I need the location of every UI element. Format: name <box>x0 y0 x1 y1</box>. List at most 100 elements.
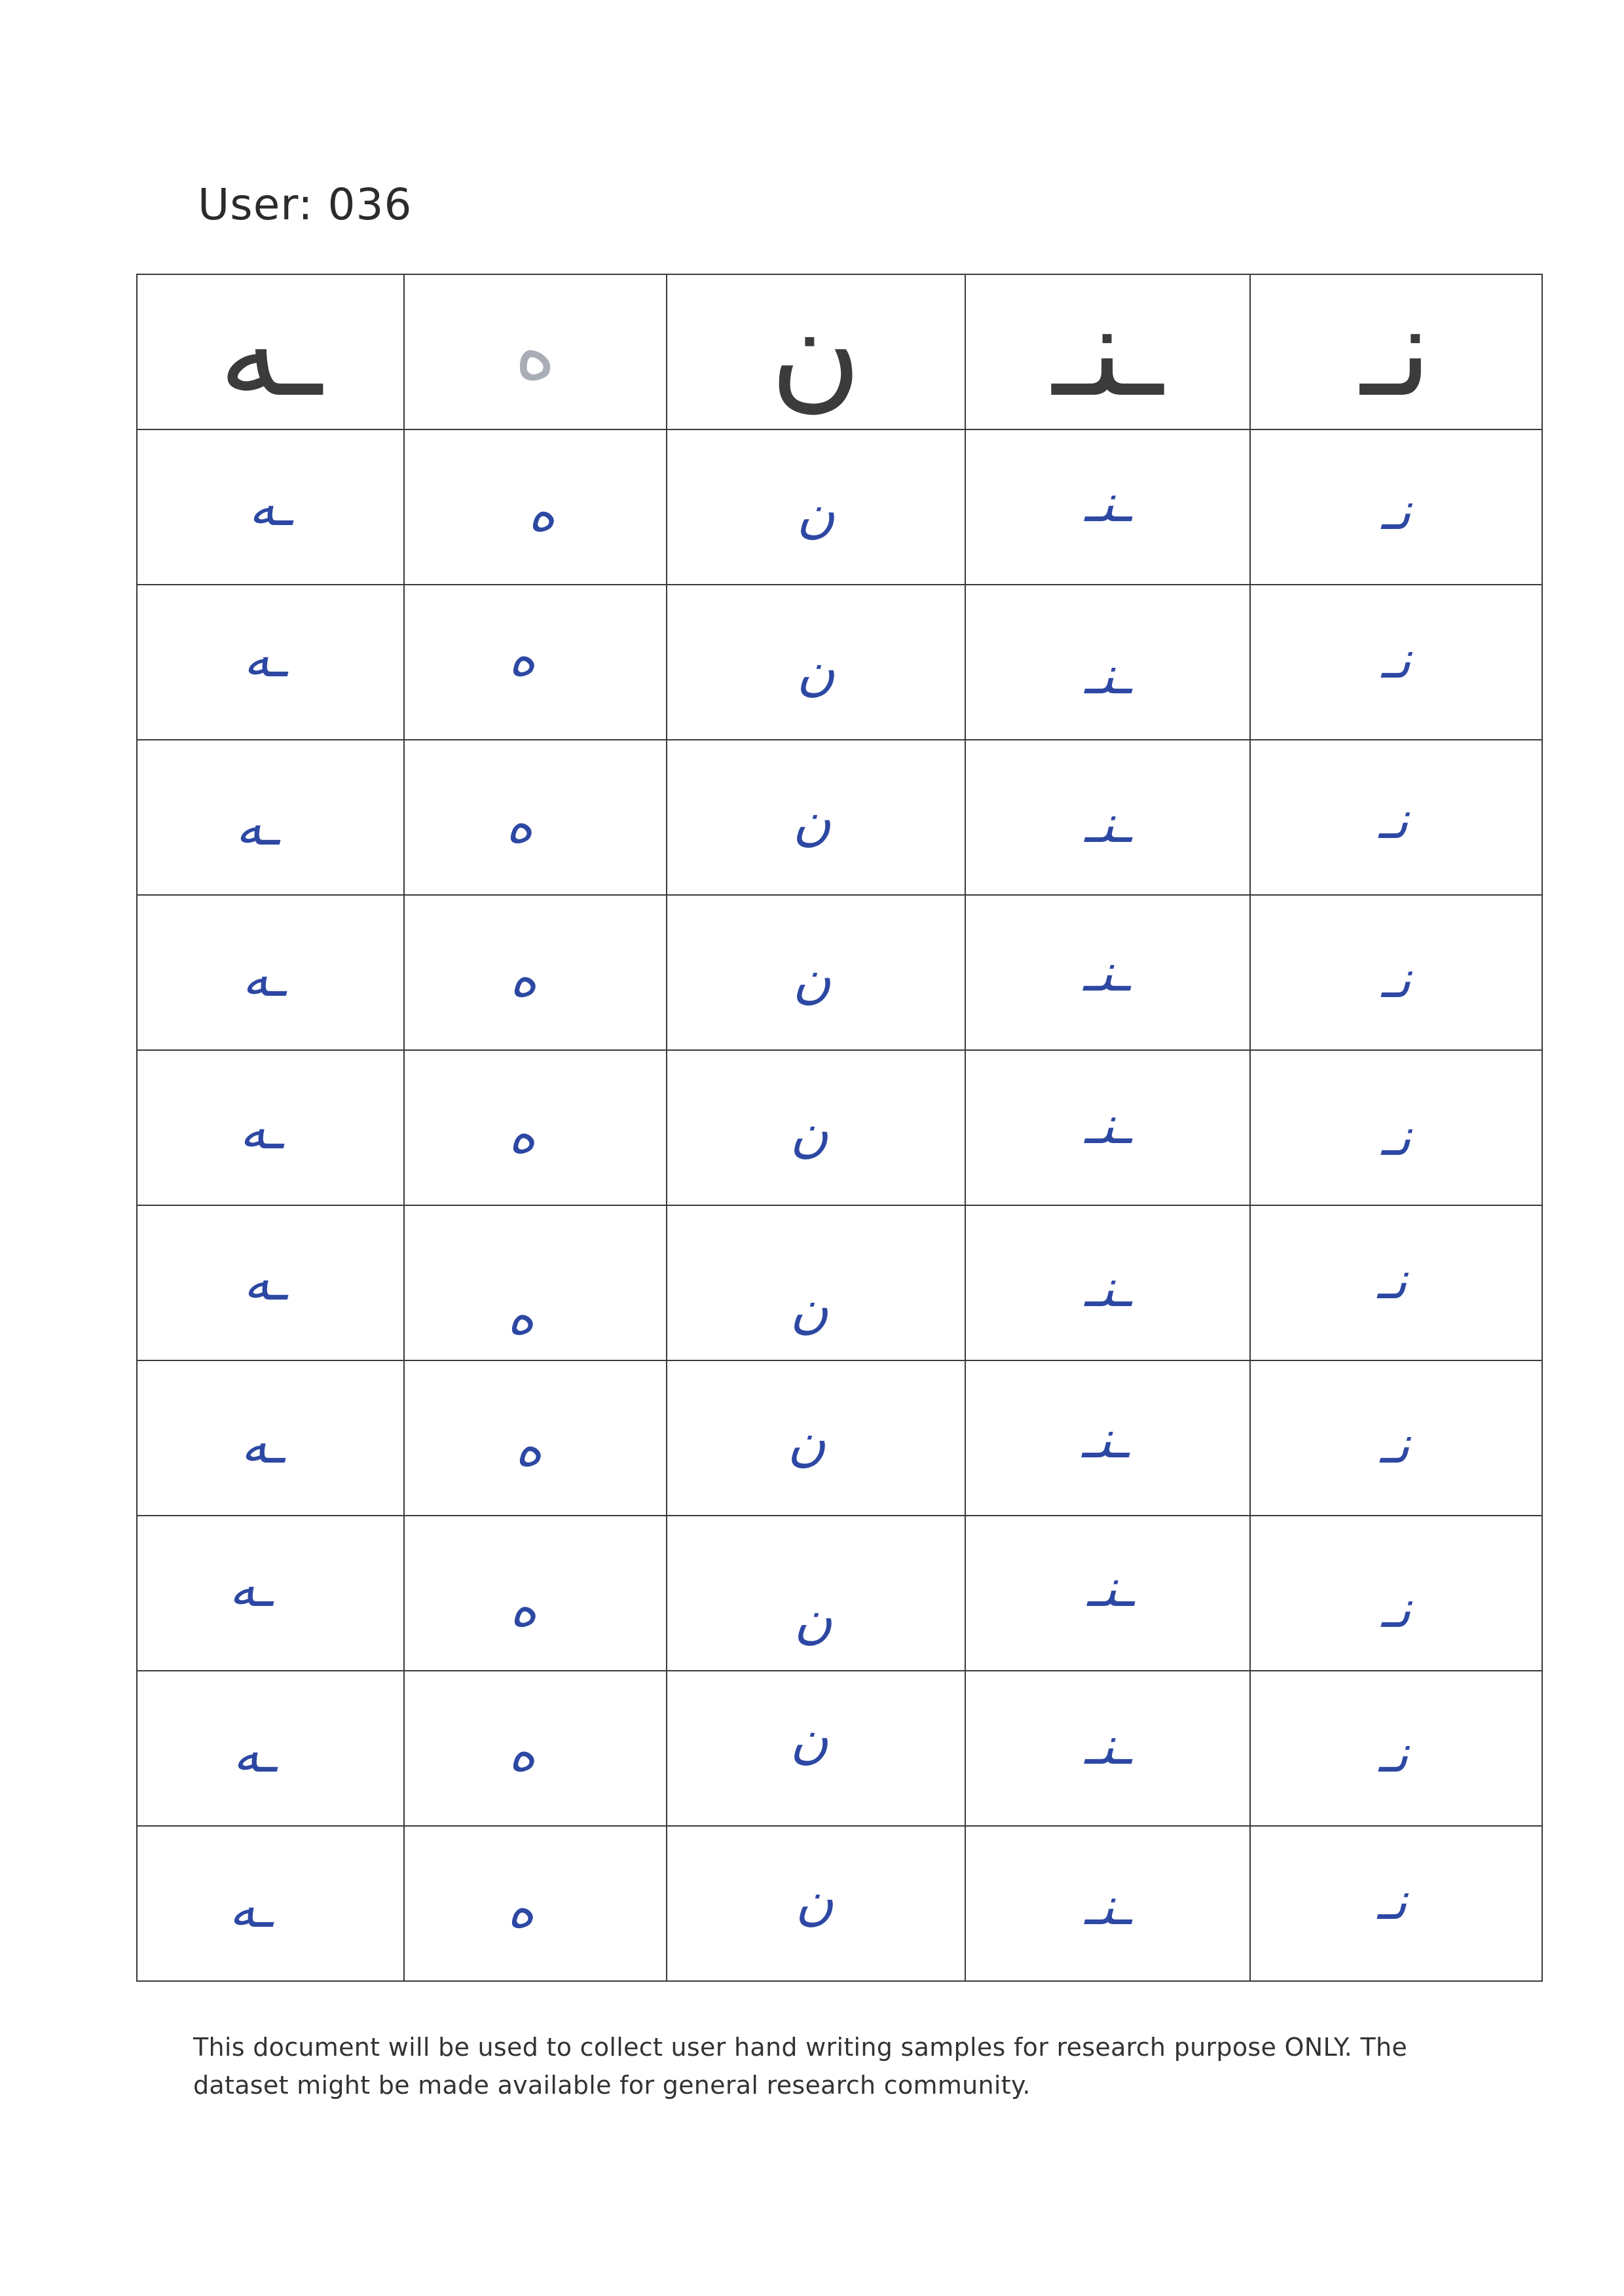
sample-cell: ن <box>666 1670 966 1827</box>
sample-cell: ـنـ <box>964 584 1251 740</box>
sample-cell: ـنـ <box>964 1360 1251 1516</box>
sample-cell: ن <box>666 429 966 585</box>
handwritten-sample: نـ <box>1378 789 1409 850</box>
handwritten-sample: ـه <box>229 1878 272 1939</box>
handwritten-sample: ن <box>792 790 832 852</box>
handwritten-sample: ه <box>509 947 538 1008</box>
reference-row: ـه ه ن ـنـ نـ <box>136 274 1543 430</box>
handwritten-sample: نـ <box>1381 629 1411 690</box>
sample-cell: ن <box>666 739 966 896</box>
handwritten-sample: ه <box>506 793 534 854</box>
sample-cell: ه <box>403 1205 668 1361</box>
handwritten-sample: نـ <box>1381 480 1411 541</box>
sample-cell: ـه <box>136 1825 405 1982</box>
sample-cell: ـنـ <box>964 1670 1251 1827</box>
handwritten-sample: ن <box>794 1588 833 1650</box>
sample-cell: نـ <box>1249 1205 1543 1361</box>
handwritten-sample: ـه <box>243 1250 287 1312</box>
sample-cell: ه <box>403 1515 668 1671</box>
handwritten-sample: ه <box>515 1416 543 1478</box>
handwritten-sample: نـ <box>1378 1722 1409 1784</box>
reference-glyph: ن <box>770 279 862 424</box>
sample-cell: نـ <box>1249 739 1543 896</box>
sample-row: ـه ه ن ـنـ نـ <box>136 1825 1543 1982</box>
sample-cell: ه <box>403 739 668 896</box>
handwritten-sample: ـنـ <box>1084 793 1131 854</box>
disclaimer-text: This document will be used to collect us… <box>193 2033 1408 2100</box>
sample-cell: نـ <box>1249 1049 1543 1206</box>
handwritten-sample: نـ <box>1377 1870 1407 1931</box>
handwritten-sample: ن <box>796 483 836 544</box>
sample-cell: ه <box>403 584 668 740</box>
sample-cell: ـنـ <box>964 1049 1251 1206</box>
sample-cell: ه <box>403 1049 668 1206</box>
handwritten-sample: ـنـ <box>1086 1557 1134 1618</box>
sample-cell: ـه <box>136 894 405 1051</box>
handwritten-sample: ـنـ <box>1084 644 1131 706</box>
sample-row: ـه ه ن ـنـ نـ <box>136 584 1543 740</box>
sample-cell: ـنـ <box>964 739 1251 896</box>
handwritten-sample: ن <box>787 1411 826 1472</box>
handwritten-sample: نـ <box>1381 1106 1411 1167</box>
handwritten-sample: ـنـ <box>1084 472 1131 534</box>
handwritten-sample: نـ <box>1381 948 1411 1010</box>
sample-cell: نـ <box>1249 894 1543 1051</box>
sample-cell: ن <box>666 1515 966 1671</box>
sample-cell: نـ <box>1249 1670 1543 1827</box>
reference-glyph: نـ <box>1360 279 1432 424</box>
reference-glyph: ه <box>514 306 556 397</box>
sample-cell: ه <box>403 1670 668 1827</box>
sample-row: ـه ه ن ـنـ نـ <box>136 1670 1543 1827</box>
handwritten-sample: ـه <box>229 1557 272 1618</box>
handwritten-sample: ـنـ <box>1084 1257 1131 1319</box>
handwritten-sample: ن <box>792 948 832 1010</box>
handwritten-sample: ه <box>507 1878 535 1939</box>
sample-cell: ـنـ <box>964 894 1251 1051</box>
sample-cell: ن <box>666 584 966 740</box>
sample-row: ـه ه ن ـنـ نـ <box>136 739 1543 896</box>
user-label: User: 036 <box>198 179 413 230</box>
grid-body: ـه ه ن ـنـ نـ ـه ه ن ـنـ نـ ـه ه ن ـنـ نـ ـه ه ن ـنـ ن… <box>136 274 1543 1982</box>
reference-cell: ـه <box>136 274 405 430</box>
handwritten-sample: ن <box>796 640 836 702</box>
sample-cell: ـنـ <box>964 429 1251 585</box>
sample-cell: ـنـ <box>964 1205 1251 1361</box>
handwritten-sample: ن <box>790 1708 829 1770</box>
sample-cell: ن <box>666 1825 966 1982</box>
handwritten-sample: ـه <box>242 947 286 1008</box>
sample-cell: نـ <box>1249 429 1543 585</box>
sample-cell: ن <box>666 894 966 1051</box>
handwritten-sample: ه <box>508 1103 536 1165</box>
handwriting-grid: ـه ه ن ـنـ نـ ـه ه ن ـنـ نـ ـه ه ن ـنـ نـ ـه ه ن ـنـ ن… <box>136 274 1543 1982</box>
reference-glyph: ـنـ <box>1052 279 1163 424</box>
sample-row: ـه ه ن ـنـ نـ <box>136 429 1543 585</box>
handwritten-sample: ه <box>528 481 556 543</box>
sample-cell: ن <box>666 1205 966 1361</box>
sample-cell: نـ <box>1249 1825 1543 1982</box>
handwritten-sample: ـه <box>235 795 279 857</box>
handwritten-sample: ـه <box>239 1099 283 1161</box>
handwritten-sample: نـ <box>1380 1413 1410 1475</box>
sample-cell: ـنـ <box>964 1825 1251 1982</box>
sample-cell: ه <box>403 1825 668 1982</box>
sample-cell: ه <box>403 1360 668 1516</box>
sample-cell: ـه <box>136 1360 405 1516</box>
handwritten-sample: ـه <box>243 627 287 689</box>
sample-cell: ن <box>666 1049 966 1206</box>
sample-row: ـه ه ن ـنـ نـ <box>136 1049 1543 1206</box>
sample-cell: ـه <box>136 584 405 740</box>
sample-cell: ـه <box>136 739 405 896</box>
sample-cell: ـه <box>136 1670 405 1827</box>
reference-cell: ـنـ <box>964 274 1251 430</box>
sample-cell: نـ <box>1249 1360 1543 1516</box>
sample-row: ـه ه ن ـنـ نـ <box>136 1205 1543 1361</box>
sample-row: ـه ه ن ـنـ نـ <box>136 1515 1543 1671</box>
handwritten-sample: ه <box>509 1576 538 1638</box>
sample-cell: نـ <box>1249 584 1543 740</box>
sample-row: ـه ه ن ـنـ نـ <box>136 1360 1543 1516</box>
handwritten-sample: ه <box>508 626 536 687</box>
sample-cell: ـه <box>136 429 405 585</box>
sample-cell: ن <box>666 1360 966 1516</box>
sample-cell: ه <box>403 429 668 585</box>
handwritten-sample: ن <box>790 1102 829 1163</box>
